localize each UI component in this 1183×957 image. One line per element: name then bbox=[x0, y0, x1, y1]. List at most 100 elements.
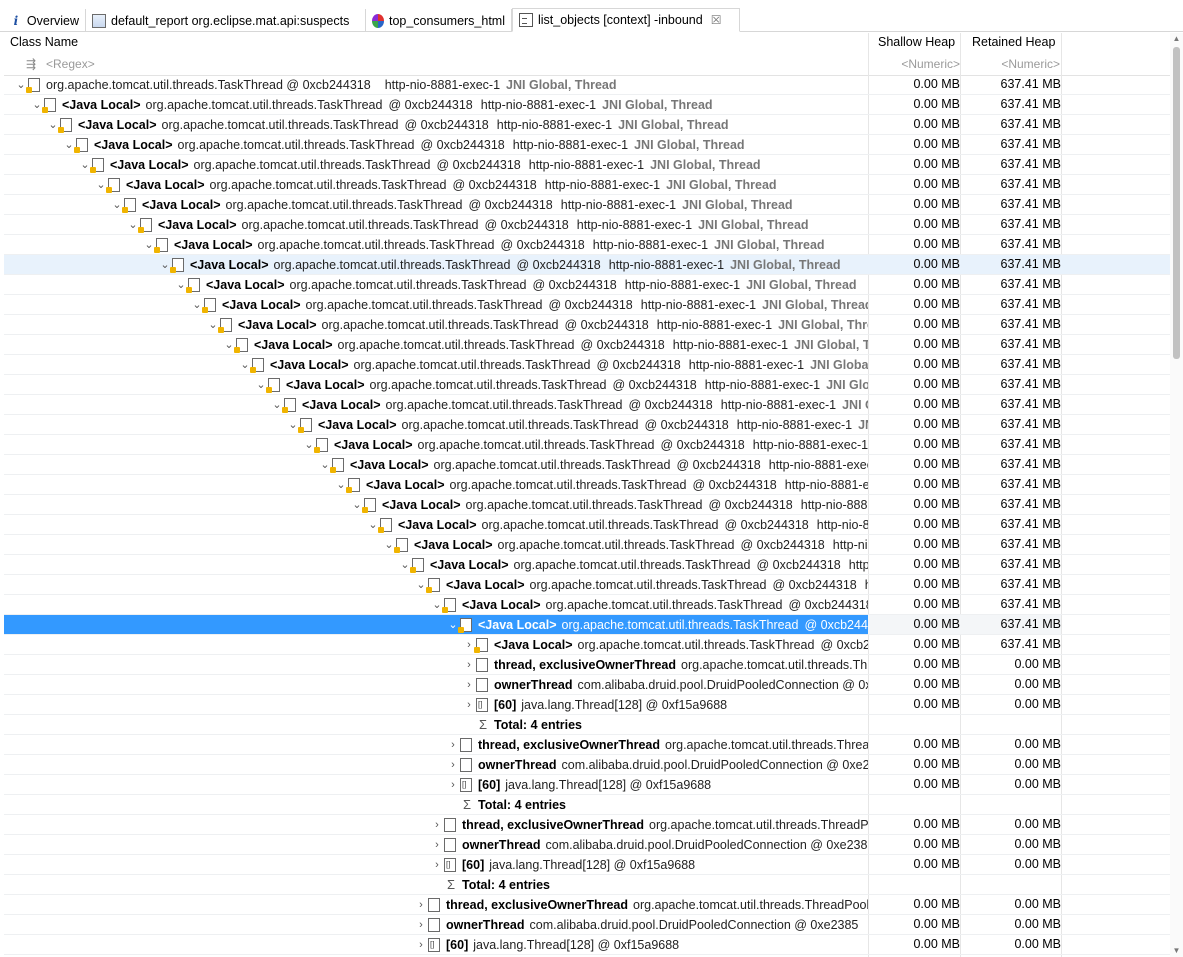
table-row[interactable]: ⌄ <Java Local> org.apache.tomcat.util.thre… bbox=[4, 375, 1170, 395]
table-row[interactable]: ⌄ <Java Local> org.apache.tomcat.util.thre… bbox=[4, 255, 1170, 275]
table-row[interactable]: ⌄ <Java Local> org.apache.tomcat.util.thre… bbox=[4, 235, 1170, 255]
object-icon bbox=[460, 737, 472, 752]
table-row[interactable]: ⌄ org.apache.tomcat.util.threads.TaskThre… bbox=[4, 75, 1170, 95]
class-name-cell: ⌄ <Java Local> org.apache.tomcat.util.thre… bbox=[4, 415, 868, 434]
table-row[interactable]: ⌄ <Java Local> org.apache.tomcat.util.thre… bbox=[4, 615, 1170, 635]
table-row[interactable]: ⌄ <Java Local> org.apache.tomcat.util.thre… bbox=[4, 595, 1170, 615]
table-row[interactable]: › ownerThread com.alibaba.druid.pool.Druid… bbox=[4, 755, 1170, 775]
tab-top-consumers[interactable]: top_consumers_html bbox=[366, 9, 512, 32]
column-header-class-name[interactable]: Class Name bbox=[10, 33, 860, 54]
table-row[interactable]: › [60] java.lang.Thread[128] @ 0xf15a9688 0… bbox=[4, 935, 1170, 955]
table-row[interactable]: ⌄ <Java Local> org.apache.tomcat.util.thre… bbox=[4, 575, 1170, 595]
regex-filter-input[interactable]: <Regex> bbox=[46, 54, 246, 75]
object-icon bbox=[410, 557, 424, 573]
array-icon bbox=[444, 857, 456, 872]
table-row[interactable]: › thread, exclusiveOwnerThread org.apache.… bbox=[4, 735, 1170, 755]
retained-heap-value: 637.41 MB bbox=[1000, 337, 1061, 351]
object-address: @ 0xcb244318 bbox=[708, 497, 793, 512]
tab-overview[interactable]: i Overview bbox=[4, 9, 86, 32]
table-row[interactable]: ⌄ <Java Local> org.apache.tomcat.util.thre… bbox=[4, 155, 1170, 175]
class-name-cell: ⌄ <Java Local> org.apache.tomcat.util.thre… bbox=[4, 555, 868, 574]
class-name-cell: ⌄ <Java Local> org.apache.tomcat.util.thre… bbox=[4, 535, 868, 554]
table-row[interactable]: › thread, exclusiveOwnerThread org.apache.… bbox=[4, 895, 1170, 915]
table-row[interactable]: › ownerThread com.alibaba.druid.pool.Druid… bbox=[4, 915, 1170, 935]
table-row[interactable]: › <Java Local> org.apache.tomcat.util.thre… bbox=[4, 635, 1170, 655]
table-row[interactable]: ⌄ <Java Local> org.apache.tomcat.util.thre… bbox=[4, 475, 1170, 495]
class-name-cell: ⌄ <Java Local> org.apache.tomcat.util.thre… bbox=[4, 375, 868, 394]
tab-list-objects[interactable]: list_objects [context] -inbound ☒ bbox=[512, 8, 740, 32]
java-local-label: <Java Local> bbox=[382, 497, 461, 512]
table-row[interactable]: ⌄ <Java Local> org.apache.tomcat.util.thre… bbox=[4, 275, 1170, 295]
field-name: [60] bbox=[462, 857, 485, 872]
chevron-right-icon[interactable]: › bbox=[446, 779, 460, 791]
table-row[interactable]: › thread, exclusiveOwnerThread org.apache.… bbox=[4, 655, 1170, 675]
table-row[interactable]: ⌄ <Java Local> org.apache.tomcat.util.thre… bbox=[4, 215, 1170, 235]
retained-heap-value: 0.00 MB bbox=[1014, 697, 1061, 711]
table-row[interactable]: › [60] java.lang.Thread[128] @ 0xf15a9688 0… bbox=[4, 855, 1170, 875]
column-header-retained-heap[interactable]: Retained Heap bbox=[972, 33, 1062, 54]
chevron-right-icon[interactable]: › bbox=[462, 659, 476, 671]
shallow-heap-filter-input[interactable]: <Numeric> bbox=[868, 54, 960, 75]
class-name: org.apache.tomcat.util.threads.TaskThrea… bbox=[369, 377, 607, 392]
table-row[interactable]: ⌄ <Java Local> org.apache.tomcat.util.thre… bbox=[4, 535, 1170, 555]
table-row[interactable]: ⌄ <Java Local> org.apache.tomcat.util.thre… bbox=[4, 555, 1170, 575]
table-row[interactable]: Σ Total: 4 entries bbox=[4, 795, 1170, 815]
scroll-up-icon[interactable]: ▲ bbox=[1170, 33, 1183, 45]
table-row[interactable]: ⌄ <Java Local> org.apache.tomcat.util.thre… bbox=[4, 515, 1170, 535]
chevron-right-icon[interactable]: › bbox=[462, 679, 476, 691]
column-header-shallow-heap[interactable]: Shallow Heap bbox=[878, 33, 966, 54]
table-row[interactable]: ⌄ <Java Local> org.apache.tomcat.util.thre… bbox=[4, 135, 1170, 155]
chevron-right-icon[interactable]: › bbox=[446, 759, 460, 771]
table-row[interactable]: ⌄ <Java Local> org.apache.tomcat.util.thre… bbox=[4, 335, 1170, 355]
table-row[interactable]: ⌄ <Java Local> org.apache.tomcat.util.thre… bbox=[4, 95, 1170, 115]
tab-default-report[interactable]: default_report org.eclipse.mat.api:suspe… bbox=[86, 9, 366, 32]
table-row[interactable]: ⌄ <Java Local> org.apache.tomcat.util.thre… bbox=[4, 395, 1170, 415]
class-name-cell: ⌄ <Java Local> org.apache.tomcat.util.thre… bbox=[4, 615, 868, 634]
table-row[interactable]: ⌄ <Java Local> org.apache.tomcat.util.thre… bbox=[4, 495, 1170, 515]
table-row[interactable]: Σ Total: 4 entries bbox=[4, 715, 1170, 735]
shallow-heap-value: 0.00 MB bbox=[913, 377, 960, 391]
table-row[interactable]: ⌄ <Java Local> org.apache.tomcat.util.thre… bbox=[4, 355, 1170, 375]
table-row[interactable]: ⌄ <Java Local> org.apache.tomcat.util.thre… bbox=[4, 315, 1170, 335]
object-tree-table[interactable]: ⌄ org.apache.tomcat.util.threads.TaskThre… bbox=[4, 75, 1170, 957]
table-row[interactable]: ⌄ <Java Local> org.apache.tomcat.util.thre… bbox=[4, 435, 1170, 455]
table-row[interactable]: ⌄ <Java Local> org.apache.tomcat.util.thre… bbox=[4, 115, 1170, 135]
chevron-right-icon[interactable]: › bbox=[414, 899, 428, 911]
chevron-right-icon[interactable]: › bbox=[430, 819, 444, 831]
thread-name: http-nio-8881-exec-1 bbox=[640, 297, 757, 312]
chevron-right-icon[interactable]: › bbox=[430, 839, 444, 851]
close-icon[interactable]: ☒ bbox=[711, 13, 722, 27]
chevron-right-icon[interactable]: › bbox=[430, 859, 444, 871]
retained-heap-value: 637.41 MB bbox=[1000, 237, 1061, 251]
table-row[interactable]: › ownerThread com.alibaba.druid.pool.Druid… bbox=[4, 675, 1170, 695]
retained-heap-filter-input[interactable]: <Numeric> bbox=[960, 54, 1060, 75]
scrollbar-thumb[interactable] bbox=[1173, 47, 1180, 359]
object-icon bbox=[362, 497, 376, 513]
chevron-right-icon[interactable]: › bbox=[414, 939, 428, 951]
class-name-cell: › [60] java.lang.Thread[128] @ 0xf15a9688 bbox=[4, 695, 868, 714]
table-row[interactable]: Σ Total: 4 entries bbox=[4, 875, 1170, 895]
table-row[interactable]: ⌄ <Java Local> org.apache.tomcat.util.thre… bbox=[4, 295, 1170, 315]
object-address: @ 0xcb244318 bbox=[532, 277, 617, 292]
table-row[interactable]: › [60] java.lang.Thread[128] @ 0xf15a9688 0… bbox=[4, 775, 1170, 795]
class-name-cell: ⌄ <Java Local> org.apache.tomcat.util.thre… bbox=[4, 575, 868, 594]
shallow-heap-value: 0.00 MB bbox=[913, 337, 960, 351]
thread-name: http-nio-8881-exec-1 bbox=[624, 277, 741, 292]
chevron-right-icon[interactable]: › bbox=[446, 739, 460, 751]
vertical-scrollbar[interactable]: ▲ ▼ bbox=[1170, 33, 1183, 957]
table-row[interactable]: › ownerThread com.alibaba.druid.pool.Druid… bbox=[4, 835, 1170, 855]
object-icon bbox=[234, 337, 248, 353]
object-icon bbox=[394, 537, 408, 553]
table-row[interactable]: ⌄ <Java Local> org.apache.tomcat.util.thre… bbox=[4, 195, 1170, 215]
table-row[interactable]: › [60] java.lang.Thread[128] @ 0xf15a9688 0… bbox=[4, 695, 1170, 715]
thread-name: http-nio-8881-exec-1 bbox=[768, 457, 868, 472]
table-row[interactable]: ⌄ <Java Local> org.apache.tomcat.util.thre… bbox=[4, 175, 1170, 195]
table-row[interactable]: ⌄ <Java Local> org.apache.tomcat.util.thre… bbox=[4, 415, 1170, 435]
table-row[interactable]: › thread, exclusiveOwnerThread org.apache.… bbox=[4, 815, 1170, 835]
retained-heap-value: 0.00 MB bbox=[1014, 657, 1061, 671]
object-icon bbox=[474, 637, 488, 653]
chevron-right-icon[interactable]: › bbox=[462, 699, 476, 711]
scroll-down-icon[interactable]: ▼ bbox=[1170, 945, 1183, 957]
chevron-right-icon[interactable]: › bbox=[414, 919, 428, 931]
table-row[interactable]: ⌄ <Java Local> org.apache.tomcat.util.thre… bbox=[4, 455, 1170, 475]
